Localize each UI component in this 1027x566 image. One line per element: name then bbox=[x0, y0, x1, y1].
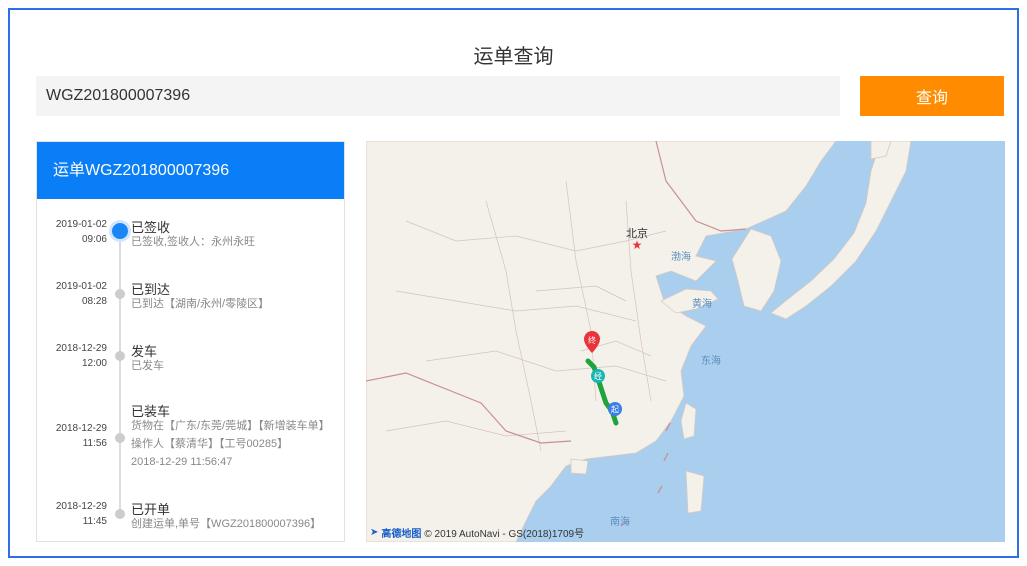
event-time: 12:00 bbox=[81, 358, 107, 369]
page-title: 运单查询 bbox=[473, 46, 554, 68]
event-time: 09:06 bbox=[81, 234, 107, 245]
page-frame: 运单查询 查询 运单WGZ201800007396 2019-01-02 09:… bbox=[8, 8, 1019, 558]
status-dot bbox=[115, 433, 125, 443]
map-copyright: © 2019 AutoNavi - GS(2018)1709号 bbox=[424, 529, 585, 540]
tracking-panel: 运单WGZ201800007396 2019-01-02 09:06 已签收 已… bbox=[36, 141, 345, 542]
route-via-marker-label: 经 bbox=[594, 371, 602, 381]
label-donghai: 东海 bbox=[701, 354, 721, 367]
event-datetime: 2019-01-02 08:28 bbox=[37, 279, 107, 309]
event-description: 已发车 bbox=[131, 360, 164, 372]
event-timestamp: 2018-12-29 11:56:47 bbox=[131, 456, 233, 468]
event-description: 货物在【广东/东莞/莞城】【新增装车单】操作人【蔡清华】【工号00285】 20… bbox=[131, 417, 331, 471]
status-dot bbox=[115, 351, 125, 361]
status-dot bbox=[115, 509, 125, 519]
label-nanhai: 南海 bbox=[610, 515, 630, 528]
route-start-marker-label: 起 bbox=[611, 405, 619, 414]
status-dot bbox=[115, 289, 125, 299]
map-land-hainan bbox=[570, 458, 589, 475]
waybill-search-input[interactable] bbox=[36, 76, 840, 116]
capital-star-icon: ★ bbox=[632, 238, 643, 252]
event-date: 2018-12-29 bbox=[55, 501, 107, 512]
event-date: 2019-01-02 bbox=[55, 281, 107, 292]
label-bohai: 渤海 bbox=[671, 250, 691, 263]
event-datetime: 2018-12-29 11:45 bbox=[37, 499, 107, 529]
map-provider-logo: 高德地图 bbox=[381, 529, 422, 540]
event-datetime: 2018-12-29 12:00 bbox=[37, 341, 107, 371]
event-time: 11:45 bbox=[82, 516, 107, 527]
amap-logo-icon: ➤ bbox=[370, 527, 379, 538]
route-end-marker-label: 终 bbox=[588, 335, 596, 345]
panel-header: 运单WGZ201800007396 bbox=[37, 142, 344, 199]
map-attribution: ➤ 高德地图 © 2019 AutoNavi - GS(2018)1709号 bbox=[370, 525, 584, 540]
tracking-timeline: 2019-01-02 09:06 已签收 已签收,签收人：永州永旺 2019-0… bbox=[37, 199, 344, 541]
event-description: 已签收,签收人：永州永旺 bbox=[131, 236, 256, 248]
route-start-marker[interactable]: 起 bbox=[608, 402, 622, 416]
label-huanghai: 黄海 bbox=[692, 297, 712, 310]
timeline-line bbox=[119, 229, 121, 519]
event-date: 2019-01-02 bbox=[55, 219, 107, 230]
route-map[interactable]: 终 经 起 ★ 北京 渤海 黄海 东海 南海 ➤ 高德地图 © 2019 Aut… bbox=[366, 141, 1005, 542]
map-canvas[interactable]: 终 经 起 ★ 北京 渤海 黄海 东海 南海 bbox=[366, 141, 1005, 542]
route-via-marker[interactable]: 经 bbox=[591, 369, 605, 383]
event-date: 2018-12-29 bbox=[55, 423, 107, 434]
label-beijing: 北京 bbox=[626, 226, 648, 240]
event-time: 08:28 bbox=[81, 296, 107, 307]
event-description: 已到达【湖南/永州/零陵区】 bbox=[131, 298, 270, 310]
event-time: 11:56 bbox=[82, 438, 107, 449]
event-date: 2018-12-29 bbox=[55, 343, 107, 354]
event-description-text: 货物在【广东/东莞/莞城】【新增装车单】操作人【蔡清华】【工号00285】 bbox=[131, 420, 330, 450]
event-datetime: 2019-01-02 09:06 bbox=[37, 217, 107, 247]
event-description: 创建运单,单号【WGZ201800007396】 bbox=[131, 518, 322, 530]
search-button[interactable]: 查询 bbox=[860, 76, 1004, 116]
event-datetime: 2018-12-29 11:56 bbox=[37, 421, 107, 451]
map-land-philippines bbox=[685, 470, 705, 514]
status-dot-active bbox=[112, 223, 128, 239]
